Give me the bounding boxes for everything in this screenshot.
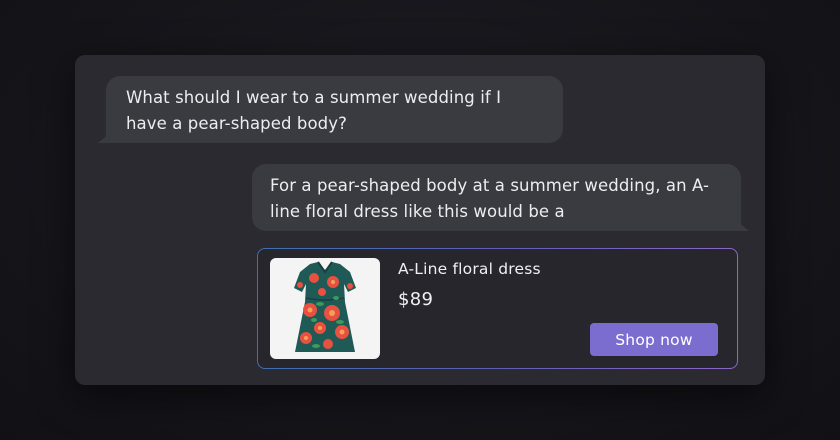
product-image[interactable] [270, 258, 380, 359]
assistant-message-text: For a pear-shaped body at a summer weddi… [270, 176, 710, 221]
product-name[interactable]: A-Line floral dress [398, 260, 541, 278]
product-card[interactable]: A-Line floral dress $89 Shop now [257, 248, 738, 369]
floral-dress-image [294, 261, 356, 352]
chat-panel: What should I wear to a summer wedding i… [75, 55, 765, 385]
user-message-bubble: What should I wear to a summer wedding i… [98, 76, 563, 143]
user-message-text: What should I wear to a summer wedding i… [126, 88, 502, 133]
shop-now-button[interactable]: Shop now [590, 323, 718, 356]
product-price: $89 [398, 289, 434, 310]
product-card-body: A-Line floral dress $89 Shop now [258, 249, 737, 368]
assistant-message-bubble: For a pear-shaped body at a summer weddi… [252, 164, 749, 231]
